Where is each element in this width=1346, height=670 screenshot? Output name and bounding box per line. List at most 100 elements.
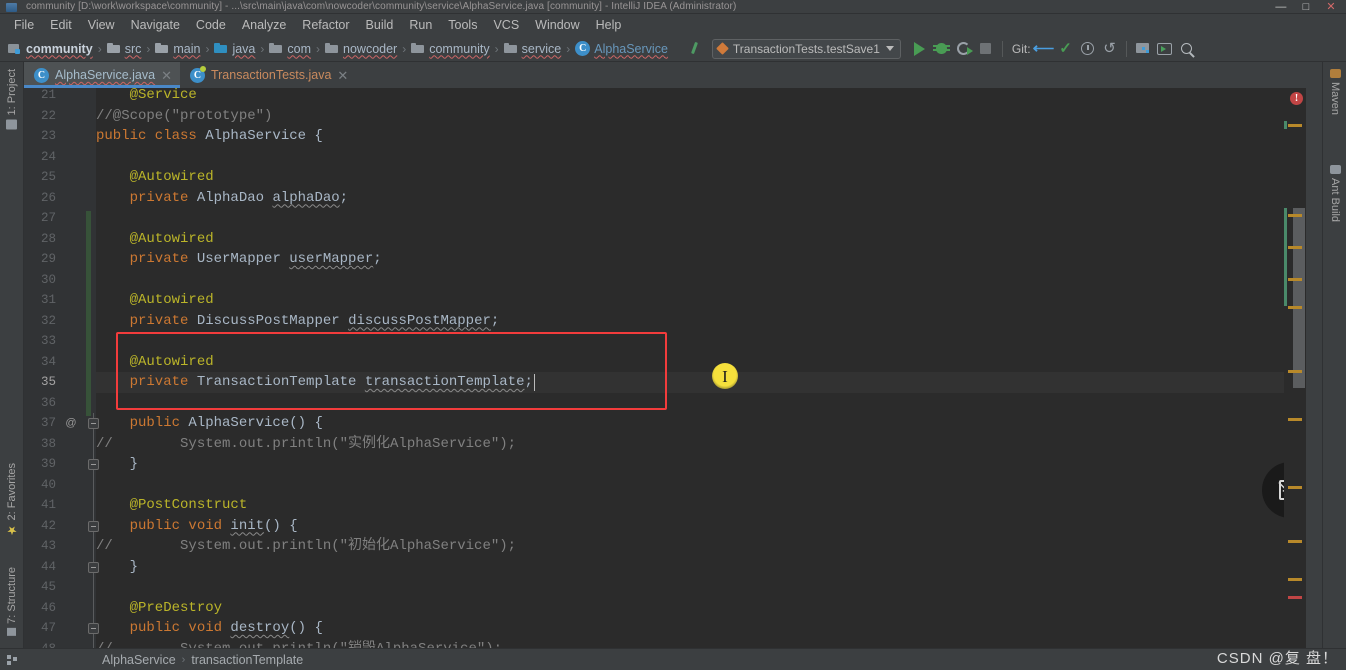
sidebar-item-ant-build[interactable]: Ant Build (1323, 162, 1346, 225)
git-update-project-button[interactable]: ⟵ (1033, 38, 1055, 60)
stripe-marker[interactable] (1288, 540, 1302, 543)
override-gutter-icon[interactable]: @ (64, 413, 78, 434)
line-number[interactable]: 48 (24, 639, 56, 649)
status-breadcrumb[interactable]: AlphaService › transactionTemplate (102, 653, 303, 667)
line-number[interactable]: 35 (24, 372, 56, 393)
menu-item-run[interactable]: Run (401, 16, 440, 34)
stripe-marker[interactable] (1288, 486, 1302, 489)
menu-item-vcs[interactable]: VCS (485, 16, 527, 34)
line-number[interactable]: 31 (24, 290, 56, 311)
breadcrumb-item-com[interactable]: com (267, 42, 313, 56)
maximize-button[interactable]: □ (1295, 0, 1317, 13)
line-number[interactable]: 29 (24, 249, 56, 270)
menu-item-refactor[interactable]: Refactor (294, 16, 357, 34)
close-icon[interactable]: ✕ (337, 69, 348, 82)
error-count-badge[interactable]: ! (1290, 92, 1303, 105)
menu-item-code[interactable]: Code (188, 16, 234, 34)
status-crumb-field[interactable]: transactionTemplate (191, 653, 303, 667)
stripe-marker[interactable] (1288, 124, 1302, 127)
line-number[interactable]: 33 (24, 331, 56, 352)
sidebar-item-structure[interactable]: 7: Structure (0, 564, 24, 639)
search-everywhere-button[interactable] (1176, 38, 1198, 60)
breadcrumb-item-src[interactable]: src (105, 42, 144, 56)
line-number[interactable]: 27 (24, 208, 56, 229)
status-crumb-class[interactable]: AlphaService (102, 653, 176, 667)
line-number[interactable]: 46 (24, 598, 56, 619)
line-number[interactable]: 42 (24, 516, 56, 537)
structure-toolbar-button[interactable] (1132, 38, 1154, 60)
stripe-marker[interactable] (1288, 578, 1302, 581)
line-number[interactable]: 44 (24, 557, 56, 578)
stripe-marker[interactable] (1288, 214, 1302, 217)
breadcrumb-item-community[interactable]: community (6, 42, 95, 56)
menu-item-build[interactable]: Build (358, 16, 402, 34)
terminal-toolbar-button[interactable] (1154, 38, 1176, 60)
line-number[interactable]: 24 (24, 147, 56, 168)
close-icon[interactable]: ✕ (161, 69, 172, 82)
scrollbar-thumb[interactable] (1293, 208, 1305, 388)
chevron-down-icon[interactable] (885, 46, 894, 51)
sidebar-item-favorites[interactable]: ★ 2: Favorites (0, 460, 24, 539)
run-configuration-selector[interactable]: TransactionTests.testSave1 (711, 38, 901, 59)
line-number[interactable]: 23 (24, 126, 56, 147)
stripe-marker[interactable] (1288, 306, 1302, 309)
toggle-tool-windows-button[interactable] (0, 654, 24, 665)
stop-button[interactable] (975, 38, 997, 60)
line-number[interactable]: 39 (24, 454, 56, 475)
line-number[interactable]: 41 (24, 495, 56, 516)
menu-item-navigate[interactable]: Navigate (123, 16, 188, 34)
git-history-button[interactable] (1077, 38, 1099, 60)
make-project-button[interactable] (684, 38, 706, 60)
line-number[interactable]: 25 (24, 167, 56, 188)
window-controls[interactable]: — □ ✕ (1270, 0, 1342, 13)
line-number[interactable]: 26 (24, 188, 56, 209)
stripe-marker[interactable] (1288, 370, 1302, 373)
vcs-change-marker[interactable] (86, 211, 91, 416)
code-text-area[interactable]: @Service //@Scope("prototype") public clas… (96, 88, 1284, 648)
menu-item-edit[interactable]: Edit (42, 16, 80, 34)
line-number[interactable]: 32 (24, 311, 56, 332)
breadcrumb-item-main[interactable]: main (153, 42, 202, 56)
breadcrumb-item-nowcoder[interactable]: nowcoder (323, 42, 399, 56)
close-button[interactable]: ✕ (1320, 0, 1342, 13)
stripe-marker[interactable] (1288, 418, 1302, 421)
line-number[interactable]: 28 (24, 229, 56, 250)
minimize-button[interactable]: — (1270, 0, 1292, 13)
line-number[interactable]: 36 (24, 393, 56, 414)
menu-item-analyze[interactable]: Analyze (234, 16, 294, 34)
debug-button[interactable] (931, 38, 953, 60)
editor-gutter[interactable]: 21 22 23 24 25 26 27 28 29 30 31 32 33 34 35 36 37 38 39 40… (24, 88, 99, 649)
stripe-marker[interactable] (1288, 246, 1302, 249)
stripe-error-marker[interactable] (1288, 596, 1302, 599)
code-editor[interactable]: 21 22 23 24 25 26 27 28 29 30 31 32 33 34 35 36 37 38 39 40… (24, 88, 1284, 648)
editor-tab-alphaservice-java[interactable]: C AlphaService.java ✕ (24, 62, 180, 88)
menu-item-view[interactable]: View (80, 16, 123, 34)
breadcrumb-item-community[interactable]: community (409, 42, 491, 56)
menu-item-help[interactable]: Help (588, 16, 630, 34)
editor-tab-transactiontests-java[interactable]: C TransactionTests.java ✕ (180, 62, 356, 88)
line-number[interactable]: 22 (24, 106, 56, 127)
line-number[interactable]: 47 (24, 618, 56, 639)
line-number[interactable]: 45 (24, 577, 56, 598)
git-commit-button[interactable]: ✓ (1055, 38, 1077, 60)
git-rollback-button[interactable]: ↺ (1099, 38, 1121, 60)
run-button[interactable] (909, 38, 931, 60)
sidebar-item-maven[interactable]: Maven (1323, 66, 1346, 118)
menu-item-window[interactable]: Window (527, 16, 587, 34)
breadcrumb-item-alphaservice[interactable]: C AlphaService (573, 41, 670, 56)
menu-item-file[interactable]: File (6, 16, 42, 34)
breadcrumb-item-java[interactable]: java (212, 42, 257, 56)
sidebar-item-project[interactable]: 1: Project (0, 66, 24, 132)
menu-item-tools[interactable]: Tools (440, 16, 485, 34)
line-number[interactable]: 30 (24, 270, 56, 291)
line-number[interactable]: 38 (24, 434, 56, 455)
run-with-coverage-button[interactable] (953, 38, 975, 60)
stripe-marker[interactable] (1288, 278, 1302, 281)
error-stripe-and-scrollbar[interactable]: ! (1284, 88, 1306, 648)
line-number[interactable]: 34 (24, 352, 56, 373)
line-number[interactable]: 40 (24, 475, 56, 496)
line-number[interactable]: 21 (24, 88, 56, 106)
line-number[interactable]: 43 (24, 536, 56, 557)
breadcrumb-item-service[interactable]: service (502, 42, 564, 56)
line-number[interactable]: 37 (24, 413, 56, 434)
